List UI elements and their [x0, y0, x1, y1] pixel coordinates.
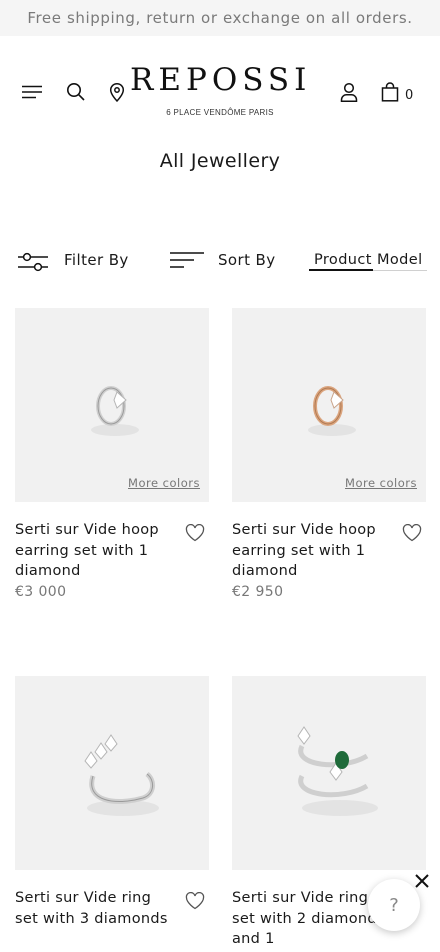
product-image[interactable]: [232, 676, 426, 870]
view-toggle-product[interactable]: Product: [314, 252, 372, 268]
wishlist-heart-icon[interactable]: [185, 891, 205, 914]
account-icon[interactable]: [337, 80, 361, 104]
product-name[interactable]: Serti sur Vide hoop earring set with 1 d…: [15, 520, 175, 582]
page-title: All Jewellery: [159, 150, 281, 172]
sort-icon[interactable]: [169, 249, 205, 271]
more-colors-link[interactable]: More colors: [345, 476, 417, 490]
product-price: €3 000: [15, 584, 67, 600]
product-image[interactable]: [15, 676, 209, 870]
view-toggle-active-indicator: [309, 269, 373, 271]
more-colors-link[interactable]: More colors: [128, 476, 200, 490]
help-button[interactable]: ?: [368, 879, 420, 931]
product-price: €2 950: [232, 584, 284, 600]
site-header: REPOSSI 6 PLACE VENDÔME PARIS 0: [0, 36, 440, 136]
filter-icon[interactable]: [16, 250, 50, 274]
hoop-earring-rose-gold-image: [308, 386, 356, 436]
wishlist-heart-icon[interactable]: [402, 523, 422, 546]
view-toggle-model[interactable]: Model: [377, 252, 423, 268]
wishlist-heart-icon[interactable]: [185, 523, 205, 546]
product-name[interactable]: Serti sur Vide hoop earring set with 1 d…: [232, 520, 392, 582]
search-icon[interactable]: [64, 80, 88, 104]
menu-icon[interactable]: [20, 80, 44, 104]
promo-banner: Free shipping, return or exchange on all…: [0, 0, 440, 36]
brand-logo[interactable]: REPOSSI: [130, 62, 310, 98]
help-button-label: ?: [389, 894, 399, 916]
ring-two-diamonds-emerald-image: [297, 726, 378, 816]
bag-icon[interactable]: [378, 80, 402, 104]
filter-button[interactable]: Filter By: [64, 251, 129, 269]
brand-tagline: 6 PLACE VENDÔME PARIS: [166, 108, 274, 117]
ring-three-diamonds-image: [84, 734, 159, 816]
product-image[interactable]: More colors: [15, 308, 209, 502]
promo-text: Free shipping, return or exchange on all…: [27, 9, 413, 27]
sort-button[interactable]: Sort By: [218, 251, 275, 269]
product-name[interactable]: Serti sur Vide ring set with 3 diamonds: [15, 888, 175, 929]
product-image[interactable]: More colors: [232, 308, 426, 502]
location-icon[interactable]: [105, 80, 129, 104]
listing-toolbar: Filter By Sort By Product Model: [0, 240, 440, 284]
hoop-earring-silver-image: [91, 386, 139, 436]
cart-count: 0: [405, 88, 414, 103]
